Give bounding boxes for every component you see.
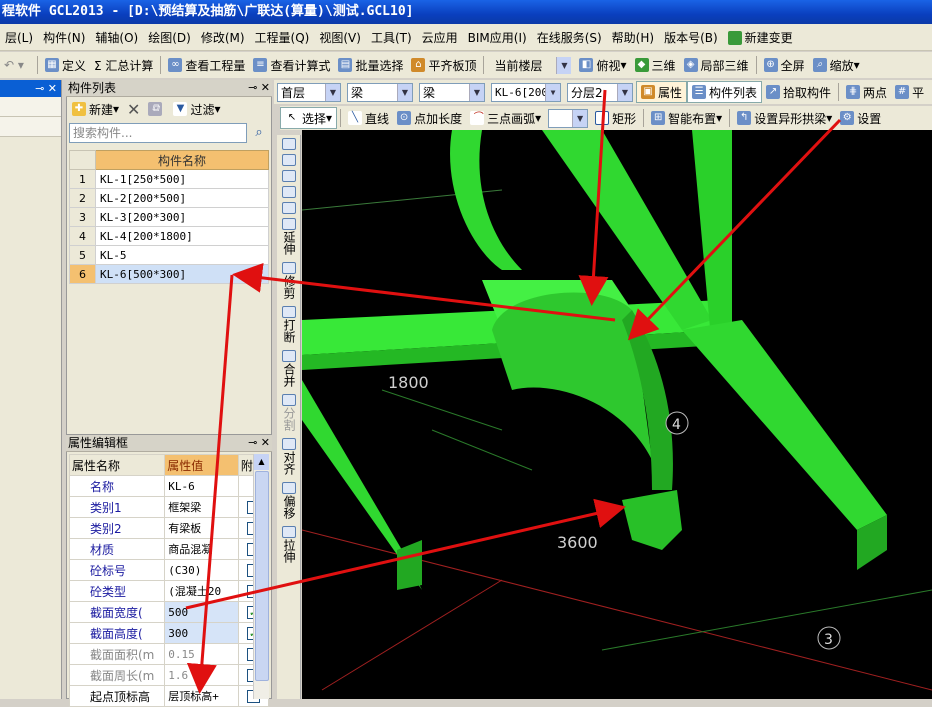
annotation-arrow [578,89,609,306]
annotation-arrow [185,498,626,610]
annotation-arrow [627,118,842,341]
annotation-arrow [232,262,616,322]
annotation-arrow [186,274,234,694]
annotation-overlay [185,89,842,694]
